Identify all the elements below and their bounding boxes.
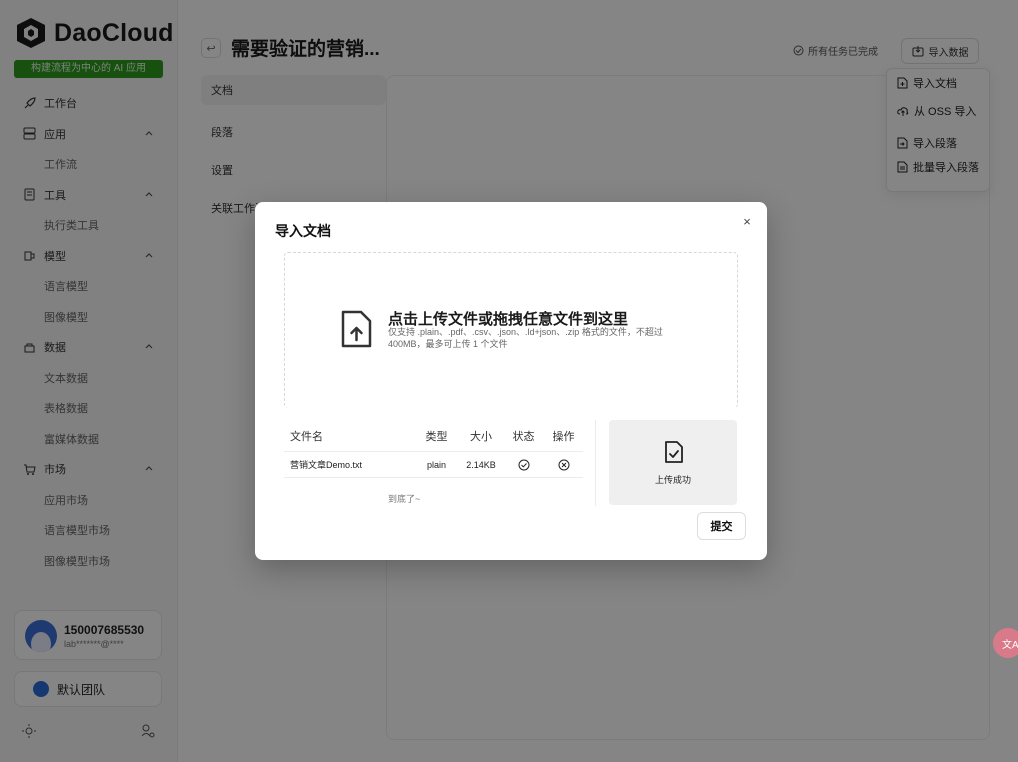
- close-icon[interactable]: ×: [741, 215, 753, 229]
- import-document-modal: 导入文档 × 点击上传文件或拖拽任意文件到这里 仅支持 .plain、.pdf、…: [255, 202, 767, 560]
- upload-success-card: 上传成功: [609, 420, 737, 505]
- upload-hint: 仅支持 .plain、.pdf、.csv、.json、.ld+json、.zip…: [388, 327, 663, 349]
- file-size: 2.14KB: [466, 459, 496, 470]
- divider: [595, 420, 596, 506]
- column-header-type: 类型: [425, 430, 448, 443]
- table-header: 文件名 类型 大小 状态 操作: [284, 420, 583, 452]
- list-end-text: 到底了~: [388, 494, 421, 504]
- column-header-state: 状态: [512, 430, 535, 443]
- column-header-size: 大小: [470, 430, 492, 443]
- table-row: 营销文章Demo.txt plain 2.14KB: [284, 452, 583, 478]
- check-circle-icon: [518, 459, 529, 470]
- file-state: [503, 459, 544, 471]
- column-header-op: 操作: [552, 430, 575, 443]
- submit-button[interactable]: 提交: [697, 512, 746, 540]
- column-header-name: 文件名: [290, 430, 323, 443]
- file-upload-icon: [341, 310, 372, 348]
- file-type: plain: [426, 459, 446, 470]
- translate-float-button[interactable]: 文A: [993, 628, 1018, 658]
- upload-success-label: 上传成功: [654, 475, 691, 485]
- close-circle-icon[interactable]: [558, 459, 570, 471]
- file-check-icon: [665, 441, 683, 463]
- file-op: [544, 459, 583, 471]
- file-name: 营销文章Demo.txt: [290, 460, 363, 470]
- upload-dropzone[interactable]: 点击上传文件或拖拽任意文件到这里 仅支持 .plain、.pdf、.csv、.j…: [284, 252, 738, 408]
- modal-title: 导入文档: [275, 223, 331, 239]
- file-table: 文件名 类型 大小 状态 操作 营销文章Demo.txt plain 2.14K…: [284, 420, 583, 478]
